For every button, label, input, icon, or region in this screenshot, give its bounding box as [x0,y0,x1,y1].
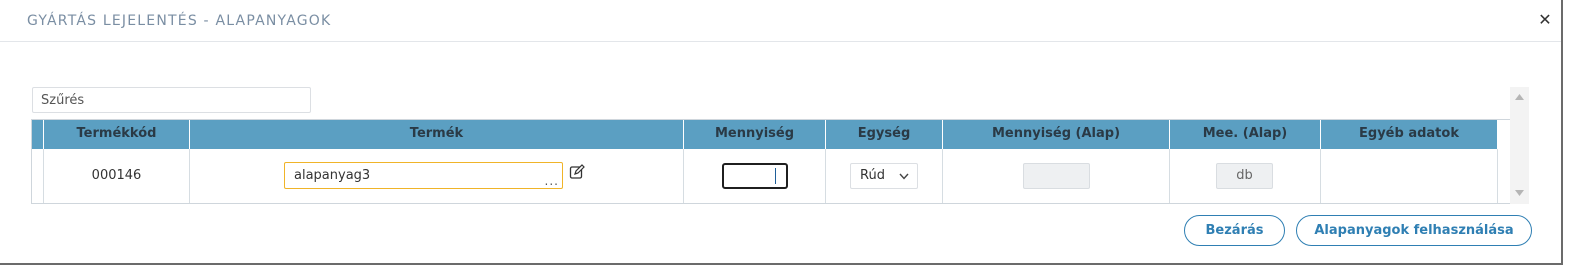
materials-table: Termékkód Termék Mennyiség Egység Mennyi… [31,119,1529,204]
product-value: alapanyag3 [294,168,371,183]
column-header-unit[interactable]: Egység [826,120,943,149]
scroll-up-icon[interactable] [1515,94,1524,100]
scroll-down-icon[interactable] [1515,190,1524,196]
unit-cell: Rúd [826,149,943,203]
row-indicator-header [32,120,44,149]
column-header-base-quantity[interactable]: Mennyiség (Alap) [943,120,1170,149]
edit-icon[interactable] [569,164,585,180]
filter-input[interactable] [32,87,311,113]
use-materials-button[interactable]: Alapanyagok felhasználása [1296,215,1532,246]
base-unit-cell: db [1170,149,1321,203]
column-header-base-unit[interactable]: Mee. (Alap) [1170,120,1321,149]
product-cell: alapanyag3 ... [190,149,684,203]
unit-select[interactable]: Rúd [850,163,918,189]
base-unit-field: db [1216,163,1273,189]
close-icon[interactable]: ✕ [1537,11,1553,29]
column-header-other-data[interactable]: Egyéb adatok [1321,120,1498,149]
quantity-cell [684,149,826,203]
production-report-dialog: GYÁRTÁS LEJELENTÉS - ALAPANYAGOK ✕ Termé… [0,0,1563,265]
base-quantity-field [1023,163,1090,189]
unit-value: Rúd [860,168,885,183]
product-code-cell: 000146 [44,149,190,203]
lookup-dots-icon[interactable]: ... [545,175,559,187]
vertical-scrollbar[interactable] [1510,87,1529,204]
base-quantity-cell [943,149,1170,203]
product-field[interactable]: alapanyag3 ... [284,162,563,189]
product-code: 000146 [91,168,142,183]
chevron-down-icon [899,173,909,180]
other-data-cell [1321,149,1498,203]
text-caret [775,168,776,184]
close-button[interactable]: Bezárás [1184,215,1285,246]
dialog-header: GYÁRTÁS LEJELENTÉS - ALAPANYAGOK ✕ [0,0,1561,42]
column-header-product[interactable]: Termék [190,120,684,149]
column-header-quantity[interactable]: Mennyiség [684,120,826,149]
quantity-input[interactable] [722,163,788,189]
dialog-title: GYÁRTÁS LEJELENTÉS - ALAPANYAGOK [27,13,332,29]
row-indicator[interactable] [32,149,44,203]
column-header-product-code[interactable]: Termékkód [44,120,190,149]
